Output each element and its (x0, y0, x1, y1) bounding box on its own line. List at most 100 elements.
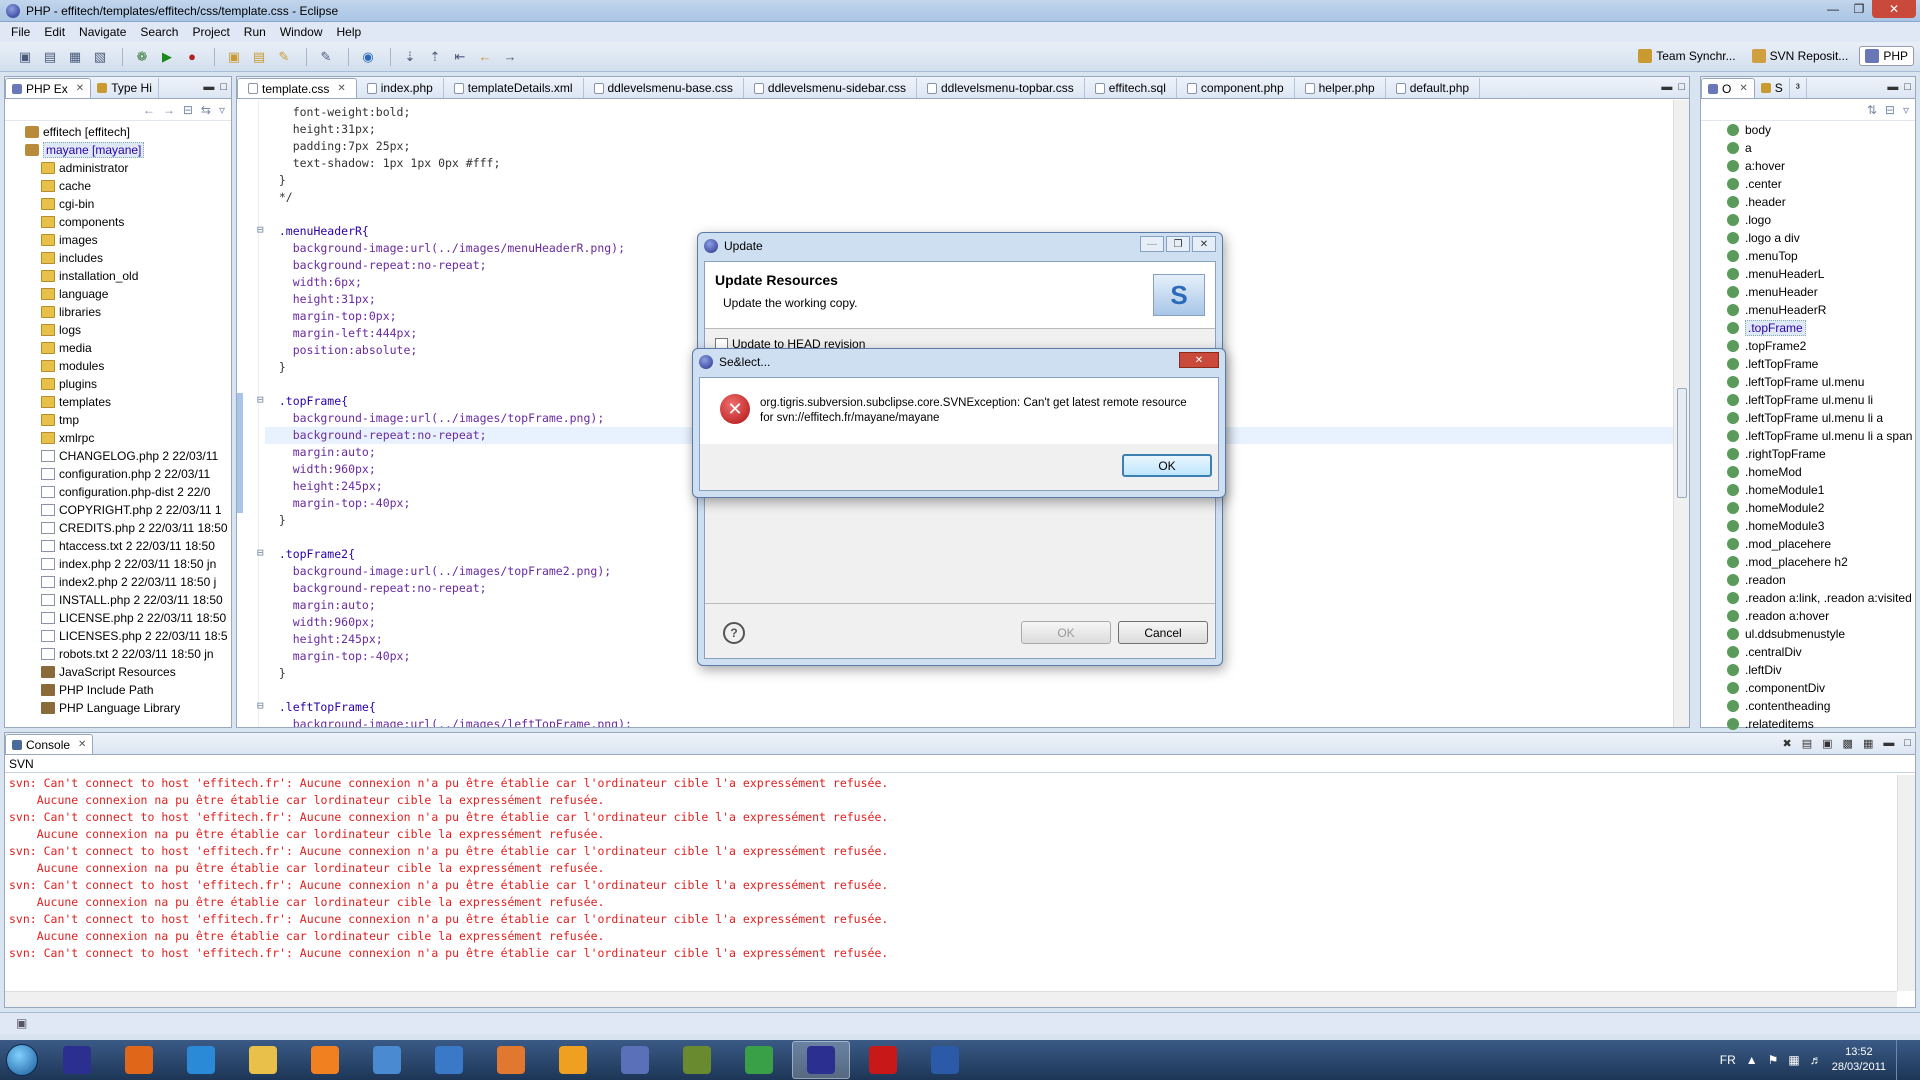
maximize-button[interactable]: ❐ (1846, 0, 1872, 18)
maximize-view-icon[interactable]: □ (1904, 81, 1911, 93)
taskbar-app-button[interactable] (420, 1041, 478, 1079)
outline-item[interactable]: .leftTopFrame ul.menu li (1701, 391, 1915, 409)
clear-console-icon[interactable]: ✖ (1783, 737, 1792, 750)
start-button[interactable] (0, 1040, 44, 1080)
editor-tab[interactable]: default.php (1386, 78, 1481, 98)
tree-item[interactable]: images (5, 231, 231, 249)
close-button[interactable]: ✕ (1872, 0, 1916, 18)
outline-item[interactable]: .relateditems (1701, 715, 1915, 733)
tree-item[interactable]: templates (5, 393, 231, 411)
outline-item[interactable]: ul.ddsubmenustyle (1701, 625, 1915, 643)
tree-item[interactable]: index2.php 2 22/03/11 18:50 j (5, 573, 231, 591)
close-tab-icon[interactable]: ✕ (1739, 83, 1747, 94)
tree-item[interactable]: configuration.php-dist 2 22/0 (5, 483, 231, 501)
taskbar-app-button[interactable] (296, 1041, 354, 1079)
perspective-svn-repositories[interactable]: SVN Reposit... (1747, 47, 1854, 65)
minimize-view-icon[interactable]: ▬ (1661, 81, 1672, 93)
update-cancel-button[interactable]: Cancel (1118, 621, 1208, 644)
outline-item[interactable]: .readon (1701, 571, 1915, 589)
taskbar-app-button[interactable] (606, 1041, 664, 1079)
forward-icon[interactable]: → (163, 103, 175, 117)
maximize-view-icon[interactable]: □ (1904, 737, 1911, 750)
forward-icon[interactable]: → (499, 47, 521, 67)
tree-item[interactable]: CHANGELOG.php 2 22/03/11 (5, 447, 231, 465)
taskbar-app-button[interactable] (110, 1041, 168, 1079)
tree-item[interactable]: INSTALL.php 2 22/03/11 18:50 (5, 591, 231, 609)
console-output[interactable]: svn: Can't connect to host 'effitech.fr'… (5, 775, 1897, 991)
display-console-icon[interactable]: ▩ (1843, 737, 1853, 750)
view-menu-icon[interactable]: ▿ (219, 103, 225, 117)
tree-item[interactable]: LICENSES.php 2 22/03/11 18:5 (5, 627, 231, 645)
open-folder-icon[interactable]: ▤ (248, 47, 270, 67)
fold-toggle-icon[interactable]: ⊟ (257, 699, 275, 712)
outline-item[interactable]: body (1701, 121, 1915, 139)
outline-item[interactable]: .topFrame (1701, 319, 1915, 337)
outline-item[interactable]: .leftTopFrame ul.menu li a (1701, 409, 1915, 427)
tree-item[interactable]: includes (5, 249, 231, 267)
outline-item[interactable]: a:hover (1701, 157, 1915, 175)
outline-item[interactable]: .homeModule3 (1701, 517, 1915, 535)
view-menu-icon[interactable]: ▿ (1903, 103, 1909, 117)
outline-item[interactable]: .logo (1701, 211, 1915, 229)
taskbar-app-button[interactable] (172, 1041, 230, 1079)
menu-project[interactable]: Project (185, 25, 236, 39)
perspective-team-synch[interactable]: Team Synchr... (1633, 47, 1740, 65)
tree-item[interactable]: tmp (5, 411, 231, 429)
perspective-php[interactable]: PHP (1859, 46, 1914, 66)
tree-item[interactable]: mayane [mayane] (5, 141, 231, 159)
outline-item[interactable]: .readon a:link, .readon a:visited (1701, 589, 1915, 607)
tree-item[interactable]: modules (5, 357, 231, 375)
taskbar-app-button[interactable] (544, 1041, 602, 1079)
editor-tab[interactable]: ddlevelsmenu-base.css (584, 78, 744, 98)
outline-item[interactable]: .leftTopFrame (1701, 355, 1915, 373)
outline-item[interactable]: .menuHeaderR (1701, 301, 1915, 319)
minimize-button[interactable]: — (1140, 236, 1164, 252)
editor-tab[interactable]: helper.php (1295, 78, 1386, 98)
run-icon[interactable]: ▶ (156, 47, 178, 67)
taskbar-app-button[interactable] (48, 1041, 106, 1079)
external-tools-icon[interactable]: ● (181, 47, 203, 67)
outline-item[interactable]: .componentDiv (1701, 679, 1915, 697)
fast-view-icon[interactable]: ▣ (16, 1016, 27, 1030)
console-scrollbar[interactable] (1897, 775, 1915, 991)
sort-icon[interactable]: ⇅ (1867, 103, 1877, 117)
scroll-lock-icon[interactable]: ▤ (1802, 737, 1812, 750)
language-indicator[interactable]: FR (1720, 1053, 1736, 1067)
taskbar-app-button[interactable] (668, 1041, 726, 1079)
tree-item[interactable]: cache (5, 177, 231, 195)
fold-toggle-icon[interactable]: ⊟ (257, 223, 275, 236)
menu-search[interactable]: Search (133, 25, 185, 39)
editor-tab[interactable]: templateDetails.xml (444, 78, 584, 98)
tab-other[interactable]: ³ (1790, 78, 1807, 98)
outline-item[interactable]: .readon a:hover (1701, 607, 1915, 625)
tree-item[interactable]: logs (5, 321, 231, 339)
network-icon[interactable]: ▦ (1788, 1053, 1799, 1067)
outline-item[interactable]: .logo a div (1701, 229, 1915, 247)
debug-icon[interactable]: ❁ (131, 47, 153, 67)
tree-item[interactable]: configuration.php 2 22/03/11 (5, 465, 231, 483)
volume-icon[interactable]: ♬ (1810, 1053, 1822, 1067)
open-task-icon[interactable]: ✎ (273, 47, 295, 67)
back-icon[interactable]: ← (143, 103, 155, 117)
menu-help[interactable]: Help (330, 25, 369, 39)
minimize-view-icon[interactable]: ▬ (1883, 737, 1894, 750)
link-editor-icon[interactable]: ⇆ (201, 103, 211, 117)
taskbar-app-button[interactable] (792, 1041, 850, 1079)
pin-console-icon[interactable]: ▣ (1822, 737, 1832, 750)
outline-item[interactable]: .leftDiv (1701, 661, 1915, 679)
fold-toggle-icon[interactable]: ⊟ (257, 546, 275, 559)
outline-item[interactable]: .menuHeaderL (1701, 265, 1915, 283)
save-all-icon[interactable]: ▦ (64, 47, 86, 67)
maximize-view-icon[interactable]: □ (1678, 81, 1685, 93)
close-button[interactable]: ✕ (1179, 352, 1219, 368)
tree-item[interactable]: htaccess.txt 2 22/03/11 18:50 (5, 537, 231, 555)
outline-item[interactable]: .leftTopFrame ul.menu (1701, 373, 1915, 391)
tab-console[interactable]: Console ✕ (5, 734, 94, 754)
tree-item[interactable]: index.php 2 22/03/11 18:50 jn (5, 555, 231, 573)
menu-edit[interactable]: Edit (37, 25, 72, 39)
tree-item[interactable]: cgi-bin (5, 195, 231, 213)
tree-item[interactable]: robots.txt 2 22/03/11 18:50 jn (5, 645, 231, 663)
last-edit-icon[interactable]: ⇤ (449, 47, 471, 67)
error-ok-button[interactable]: OK (1122, 454, 1212, 477)
taskbar-app-button[interactable] (358, 1041, 416, 1079)
